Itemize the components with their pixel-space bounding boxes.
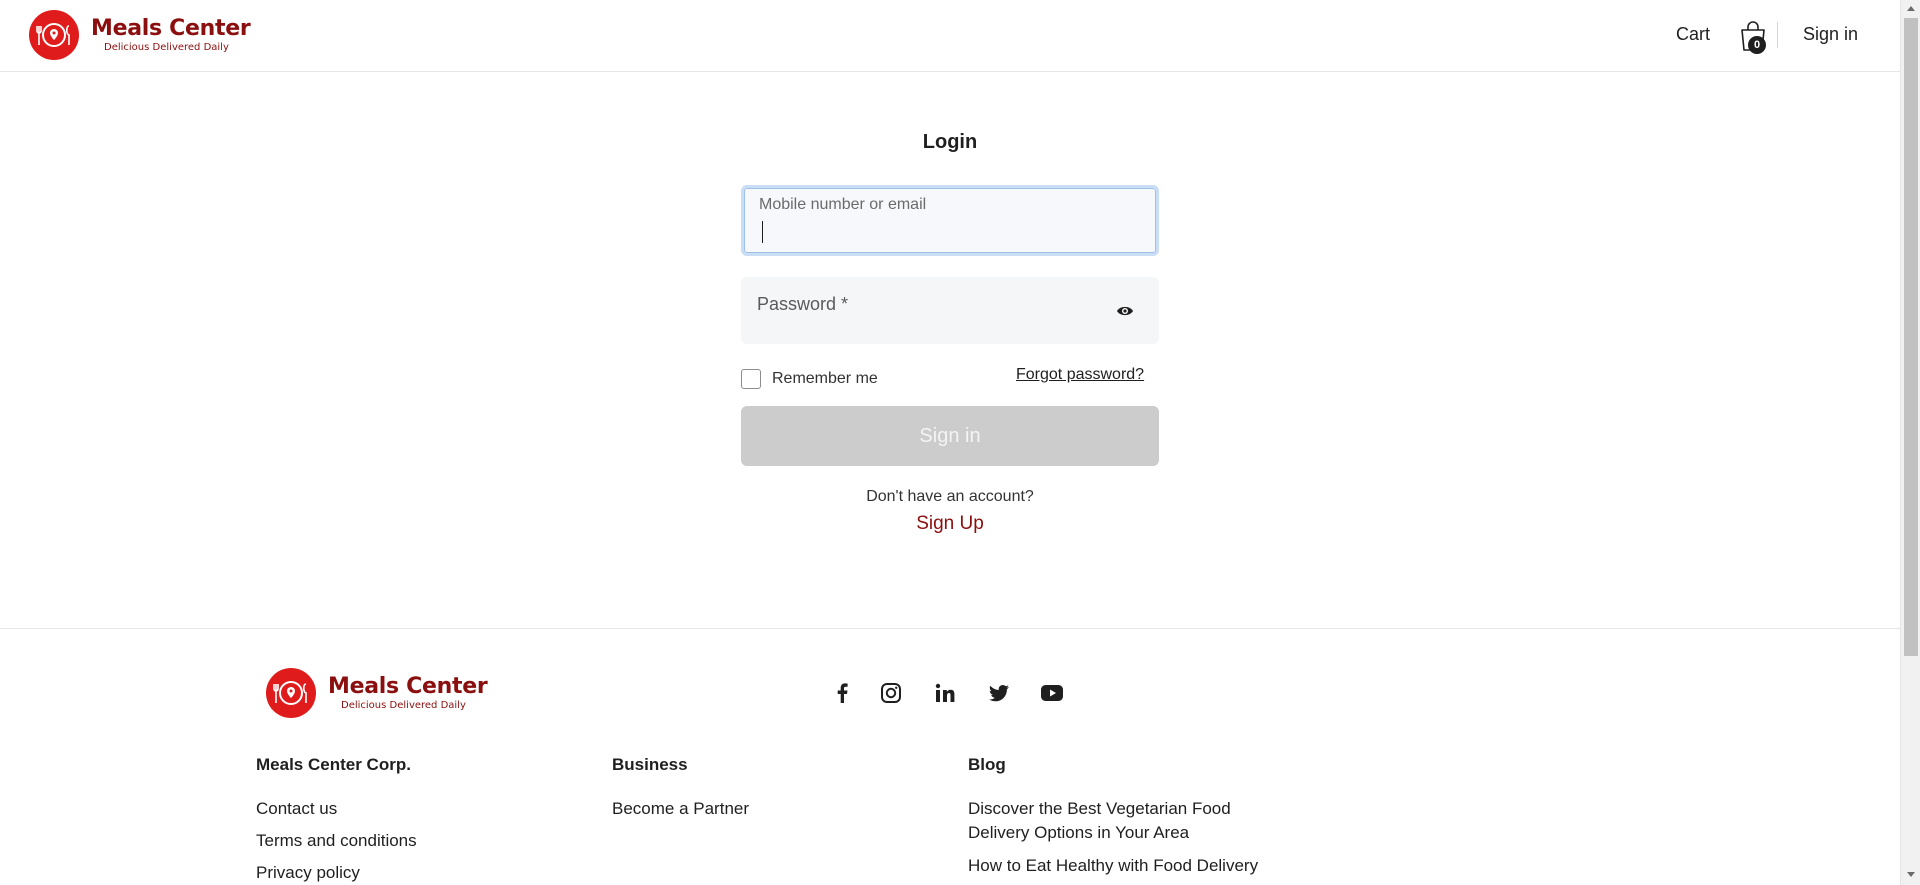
scroll-down-arrow-icon[interactable] xyxy=(1907,872,1915,877)
brand-tagline: Delicious Delivered Daily xyxy=(341,700,466,711)
twitter-icon[interactable] xyxy=(986,680,1012,706)
blog-post-link[interactable]: How to Eat Healthy with Food Delivery xyxy=(968,854,1258,878)
blog-post-link[interactable]: Discover the Best Vegetarian Food Delive… xyxy=(968,797,1268,845)
site-footer: Meals Center Delicious Delivered Daily M… xyxy=(0,628,1900,885)
remember-me[interactable]: Remember me xyxy=(741,369,878,389)
brand-name: Meals Center xyxy=(91,16,251,41)
text-caret xyxy=(762,221,763,243)
forgot-password-link[interactable]: Forgot password? xyxy=(1016,366,1144,384)
scroll-thumb[interactable] xyxy=(1904,18,1918,656)
password-field[interactable]: Password * xyxy=(741,277,1159,344)
brand-tagline: Delicious Delivered Daily xyxy=(104,42,229,53)
email-field-label: Mobile number or email xyxy=(759,196,927,213)
youtube-icon[interactable] xyxy=(1039,680,1065,706)
contact-us-link[interactable]: Contact us xyxy=(256,797,337,821)
footer-column-title: Blog xyxy=(968,755,1006,774)
header-logo[interactable]: Meals Center Delicious Delivered Daily xyxy=(29,10,251,60)
signup-link[interactable]: Sign Up xyxy=(741,513,1159,535)
header-signin-link[interactable]: Sign in xyxy=(1803,24,1858,45)
privacy-policy-link[interactable]: Privacy policy xyxy=(256,861,360,885)
cart-link[interactable]: Cart xyxy=(1676,24,1710,45)
become-partner-link[interactable]: Become a Partner xyxy=(612,797,749,821)
cart-count-badge: 0 xyxy=(1748,36,1766,54)
signin-button[interactable]: Sign in xyxy=(741,406,1159,466)
page-title: Login xyxy=(922,131,978,153)
site-header: Meals Center Delicious Delivered Daily C… xyxy=(0,0,1900,72)
facebook-icon[interactable] xyxy=(829,680,855,706)
logo-icon xyxy=(29,10,79,60)
vertical-scrollbar[interactable] xyxy=(1900,0,1920,885)
footer-logo[interactable]: Meals Center Delicious Delivered Daily xyxy=(266,668,488,718)
instagram-icon[interactable] xyxy=(878,680,904,706)
terms-link[interactable]: Terms and conditions xyxy=(256,829,417,853)
footer-column-title: Meals Center Corp. xyxy=(256,755,411,774)
linkedin-icon[interactable] xyxy=(932,680,958,706)
email-field[interactable]: Mobile number or email xyxy=(741,185,1159,256)
brand-name: Meals Center xyxy=(328,674,488,699)
nav-divider xyxy=(1777,22,1778,48)
eye-icon[interactable] xyxy=(1116,304,1134,316)
no-account-text: Don't have an account? xyxy=(866,488,1034,505)
remember-me-checkbox[interactable] xyxy=(741,369,761,389)
remember-me-label[interactable]: Remember me xyxy=(772,370,878,388)
footer-column-title: Business xyxy=(612,755,688,774)
logo-icon xyxy=(266,668,316,718)
scroll-up-arrow-icon[interactable] xyxy=(1907,6,1915,11)
password-field-label: Password * xyxy=(757,294,849,314)
